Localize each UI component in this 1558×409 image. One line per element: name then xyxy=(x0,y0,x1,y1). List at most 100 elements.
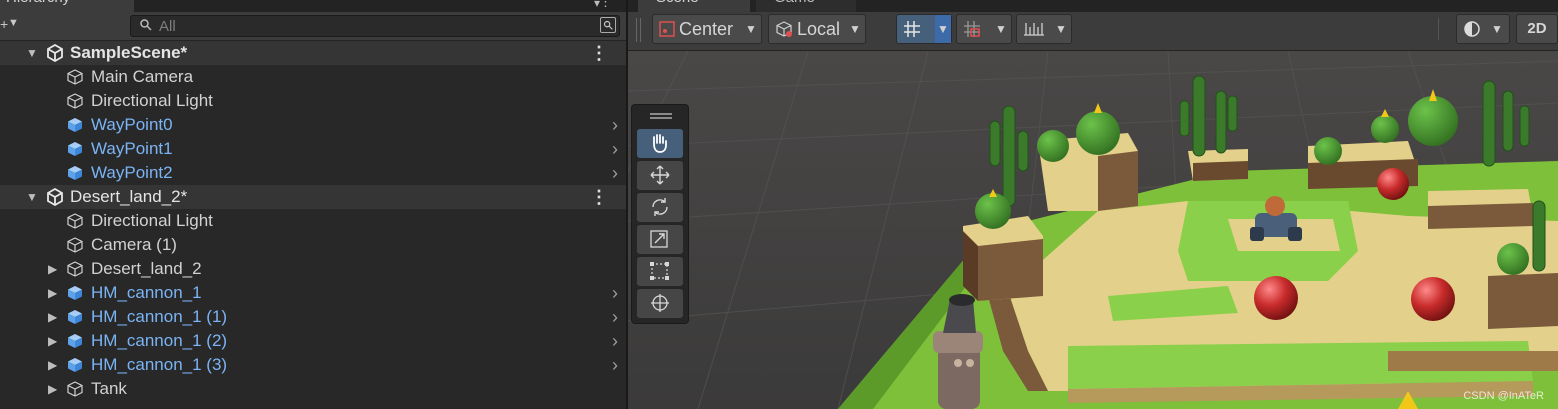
chevron-right-icon[interactable]: › xyxy=(612,305,618,329)
tab-game[interactable]: Game xyxy=(756,0,856,12)
more-options-icon[interactable]: ⋮ xyxy=(590,41,608,65)
mode-2d-toggle[interactable]: 2D xyxy=(1516,14,1558,44)
pivot-center-icon xyxy=(659,21,675,37)
prefab-cube-icon xyxy=(68,166,82,180)
local-space-icon xyxy=(776,21,792,37)
transform-tool-button[interactable] xyxy=(637,289,683,318)
hand-tool-button[interactable] xyxy=(637,129,683,158)
hand-icon xyxy=(653,134,667,153)
expand-arrow-right-icon[interactable]: ▶ xyxy=(48,305,57,329)
scale-tool-button[interactable] xyxy=(637,225,683,254)
row-label: HM_cannon_1 (2) xyxy=(91,331,228,350)
hierarchy-row[interactable]: Camera (1) xyxy=(0,233,626,257)
scene-render xyxy=(628,51,1558,409)
row-label: Main Camera xyxy=(91,67,194,86)
more-options-icon[interactable]: ⋮ xyxy=(590,185,608,209)
space-label: Local xyxy=(797,19,841,39)
chevron-down-icon[interactable]: ▼ xyxy=(8,17,19,29)
scene-tabbar: Scene Game xyxy=(628,0,1558,12)
row-label: Directional Light xyxy=(91,91,213,110)
add-button[interactable]: + xyxy=(0,16,8,32)
overlay-drag-handle[interactable] xyxy=(650,113,672,119)
grid-snap-icon xyxy=(904,21,920,37)
chevron-right-icon[interactable]: › xyxy=(612,113,618,137)
chevron-down-icon: ▼ xyxy=(849,22,861,36)
move-icon xyxy=(650,165,670,185)
chevron-down-icon: ▼ xyxy=(1491,22,1503,36)
pivot-rotation-dropdown[interactable]: Local ▼ xyxy=(768,14,866,44)
chevron-right-icon[interactable]: › xyxy=(612,161,618,185)
hierarchy-row-prefab[interactable]: WayPoint1 › xyxy=(0,137,626,161)
rect-transform-icon xyxy=(650,262,669,280)
hierarchy-row[interactable]: Main Camera xyxy=(0,65,626,89)
tools-overlay xyxy=(631,104,689,324)
hierarchy-row[interactable]: ▶ Desert_land_2 xyxy=(0,257,626,281)
chevron-down-icon: ▼ xyxy=(1055,22,1067,36)
toolbar-separator xyxy=(1438,18,1439,40)
draw-mode-dropdown[interactable]: ▼ xyxy=(1456,14,1510,44)
row-label: Desert_land_2* xyxy=(70,187,188,206)
scene-viewport[interactable]: CSDN @InATeR xyxy=(628,51,1558,409)
hierarchy-row[interactable]: Directional Light xyxy=(0,89,626,113)
gameobject-cube-icon xyxy=(67,237,83,253)
hierarchy-row-prefab[interactable]: ▶ HM_cannon_1 (2) › xyxy=(0,329,626,353)
move-tool-button[interactable] xyxy=(637,161,683,190)
hierarchy-row-prefab[interactable]: ▶ HM_cannon_1 (3) › xyxy=(0,353,626,377)
hierarchy-row[interactable]: Directional Light xyxy=(0,209,626,233)
row-label: Camera (1) xyxy=(91,235,177,254)
chevron-down-icon: ▼ xyxy=(745,22,757,36)
gameobject-cube-icon xyxy=(67,213,83,229)
hierarchy-row-scene[interactable]: ▼ Desert_land_2* ⋮ xyxy=(0,185,626,209)
hierarchy-toolbar: + ▼ xyxy=(0,12,626,41)
expand-arrow-right-icon[interactable]: ▶ xyxy=(48,281,57,305)
hierarchy-row-prefab[interactable]: WayPoint2 › xyxy=(0,161,626,185)
chevron-right-icon[interactable]: › xyxy=(612,353,618,377)
ruler-settings-dropdown[interactable]: ▼ xyxy=(1016,14,1072,44)
prefab-cube-icon xyxy=(68,358,82,372)
gameobject-cube-icon xyxy=(67,261,83,277)
rotate-icon xyxy=(652,198,668,216)
expand-arrow-right-icon[interactable]: ▶ xyxy=(48,377,57,401)
chevron-right-icon[interactable]: › xyxy=(612,329,618,353)
chevron-right-icon[interactable]: › xyxy=(612,281,618,305)
chevron-down-icon[interactable]: ▼ xyxy=(935,15,951,43)
grid-snapping-toggle[interactable]: ▼ xyxy=(896,14,952,44)
unity-scene-icon xyxy=(47,188,63,206)
increment-snap-toggle[interactable]: ▼ xyxy=(956,14,1012,44)
gameobject-cube-icon xyxy=(67,381,83,397)
row-label: HM_cannon_1 xyxy=(91,283,202,302)
expand-arrow-right-icon[interactable]: ▶ xyxy=(48,329,57,353)
prefab-cube-icon xyxy=(68,310,82,324)
hierarchy-row-scene[interactable]: ▼ SampleScene* ⋮ xyxy=(0,41,626,65)
expand-arrow-right-icon[interactable]: ▶ xyxy=(48,353,57,377)
chevron-down-icon: ▼ xyxy=(995,22,1007,36)
ruler-icon xyxy=(1024,23,1044,36)
pivot-position-dropdown[interactable]: Center ▼ xyxy=(652,14,762,44)
row-label: WayPoint2 xyxy=(91,163,173,182)
tab-scene[interactable]: Scene xyxy=(638,0,750,12)
expand-arrow-icon[interactable]: ▼ xyxy=(26,185,38,209)
rect-tool-button[interactable] xyxy=(637,257,683,286)
hierarchy-row-prefab[interactable]: ▶ HM_cannon_1 (1) › xyxy=(0,305,626,329)
row-label: SampleScene* xyxy=(70,43,188,62)
expand-arrow-right-icon[interactable]: ▶ xyxy=(48,257,57,281)
toolbar-grip-icon[interactable] xyxy=(636,18,641,42)
search-input[interactable] xyxy=(159,16,579,36)
rotate-tool-button[interactable] xyxy=(637,193,683,222)
watermark-text: CSDN @InATeR xyxy=(1463,390,1544,402)
gameobject-cube-icon xyxy=(67,93,83,109)
unity-scene-icon xyxy=(47,44,63,62)
hierarchy-row-prefab[interactable]: WayPoint0 › xyxy=(0,113,626,137)
search-by-type-icon[interactable] xyxy=(600,17,616,33)
tab-hierarchy[interactable]: Hierarchy xyxy=(0,0,134,12)
pivot-label: Center xyxy=(679,19,734,39)
chevron-right-icon[interactable]: › xyxy=(612,137,618,161)
tab-more-icon[interactable]: ⋮ xyxy=(599,0,612,10)
gameobject-cube-icon xyxy=(67,69,83,85)
row-label: Directional Light xyxy=(91,211,213,230)
search-box[interactable] xyxy=(130,15,620,37)
hierarchy-row[interactable]: ▶ Tank xyxy=(0,377,626,401)
hierarchy-row-prefab[interactable]: ▶ HM_cannon_1 › xyxy=(0,281,626,305)
expand-arrow-icon[interactable]: ▼ xyxy=(26,41,38,65)
row-label: HM_cannon_1 (3) xyxy=(91,355,228,374)
